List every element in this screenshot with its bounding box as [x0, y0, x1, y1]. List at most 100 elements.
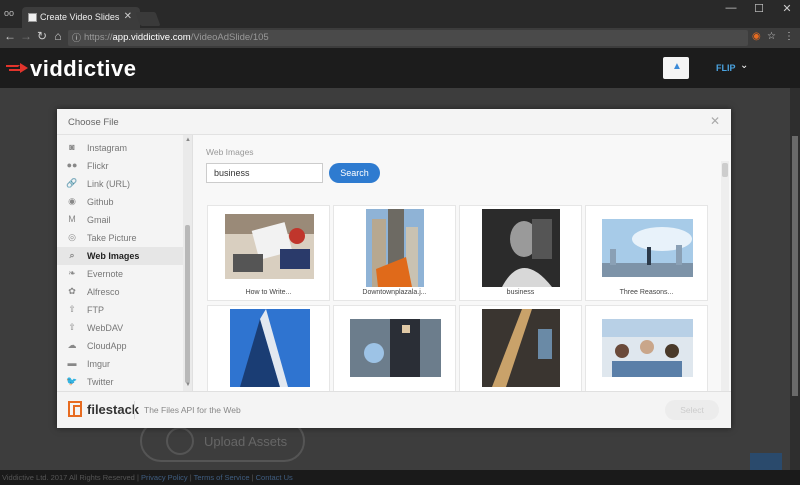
sidebar-scrollbar-thumb[interactable] — [185, 225, 190, 383]
imgur-icon: ▬ — [67, 358, 77, 368]
sidebar-item-gmail[interactable]: M Gmail — [57, 211, 183, 229]
result-thumbnail — [602, 319, 693, 377]
sidebar-item-evernote[interactable]: ❧ Evernote — [57, 265, 183, 283]
sidebar-item-link-url[interactable]: 🔗 Link (URL) — [57, 175, 183, 193]
info-icon[interactable]: ⓘ — [72, 30, 81, 46]
notifications-button[interactable]: ▲ — [663, 57, 689, 79]
gmail-icon: M — [68, 214, 76, 224]
footer-copyright: Viddictive Ltd. 2017 All Rights Reserved — [2, 473, 135, 482]
tab-favicon — [28, 13, 37, 22]
sidebar-item-instagram[interactable]: ◙ Instagram — [57, 139, 183, 157]
page-scrollbar[interactable] — [790, 88, 800, 470]
privacy-link[interactable]: Privacy Policy — [141, 473, 188, 482]
sidebar-item-label: Link (URL) — [87, 179, 131, 189]
sidebar-item-label: Alfresco — [87, 287, 120, 297]
sidebar-item-web-images[interactable]: ⌕ Web Images — [57, 247, 183, 265]
chevron-down-icon[interactable]: ⌄ — [740, 60, 748, 71]
link-icon: 🔗 — [66, 178, 78, 188]
browser-toolbar: ← → ↻ ⌂ ⓘ https://app.viddictive.com/Vid… — [0, 28, 800, 48]
logo-text: viddictive — [30, 56, 137, 81]
modal-header: Choose File ✕ — [57, 109, 731, 135]
results-scrollbar[interactable] — [721, 161, 729, 391]
github-icon: ◉ — [68, 196, 76, 206]
browser-tab[interactable]: Create Video Slides ✕ — [22, 7, 140, 28]
result-caption: How to Write... — [245, 289, 292, 296]
sidebar-item-label: Github — [87, 197, 114, 207]
minimize-icon[interactable]: — — [718, 2, 744, 14]
flickr-icon: ●● — [66, 160, 78, 170]
image-result[interactable]: Downtownplazala.j... — [333, 205, 456, 301]
sidebar-item-webdav[interactable]: ⇧ WebDAV — [57, 319, 183, 337]
select-button[interactable]: Select — [665, 400, 719, 420]
image-result[interactable]: business — [459, 205, 582, 301]
sidebar-item-twitter[interactable]: 🐦 Twitter — [57, 373, 183, 391]
section-label: Web Images — [206, 147, 254, 157]
source-sidebar: ◙ Instagram ●● Flickr 🔗 Link (URL) ◉ Github M Gma… — [57, 135, 193, 391]
address-bar[interactable]: ⓘ https://app.viddictive.com/VideoAdSlid… — [68, 30, 748, 46]
menu-icon[interactable]: ⋮ — [784, 31, 794, 42]
url-text: https://app.viddictive.com/VideoAdSlide/… — [84, 32, 269, 43]
modal-footer: filestack The Files API for the Web Sele… — [57, 391, 731, 428]
sidebar-item-label: Imgur — [87, 359, 111, 369]
sidebar-item-github[interactable]: ◉ Github — [57, 193, 183, 211]
home-icon[interactable]: ⌂ — [50, 29, 66, 43]
terms-link[interactable]: Terms of Service — [194, 473, 250, 482]
page-scrollbar-thumb[interactable] — [792, 136, 798, 396]
image-result[interactable]: Three Reasons... — [585, 205, 708, 301]
result-caption: Three Reasons... — [619, 289, 674, 296]
alfresco-icon: ✿ — [68, 286, 76, 296]
sidebar-item-take-picture[interactable]: ◎ Take Picture — [57, 229, 183, 247]
back-icon[interactable]: ← — [2, 29, 18, 43]
scroll-down-icon[interactable]: ▼ — [185, 382, 191, 388]
sidebar-item-label: Take Picture — [87, 233, 137, 243]
forward-icon[interactable]: → — [18, 29, 34, 43]
close-icon[interactable]: ✕ — [710, 114, 720, 128]
image-result[interactable] — [207, 305, 330, 391]
result-thumbnail — [602, 219, 693, 277]
new-tab-button[interactable] — [135, 12, 161, 26]
instagram-icon: ◙ — [69, 142, 75, 152]
sidebar-item-label: Flickr — [87, 161, 109, 171]
star-icon[interactable]: ☆ — [767, 31, 776, 42]
contact-link[interactable]: Contact Us — [256, 473, 293, 482]
user-menu-label[interactable]: FLIP — [716, 63, 736, 73]
camera-icon: ◎ — [68, 232, 76, 242]
result-thumbnail — [482, 209, 560, 287]
search-icon: ⌕ — [69, 250, 75, 260]
result-caption: Downtownplazala.j... — [362, 289, 427, 296]
sidebar-item-ftp[interactable]: ⇧ FTP — [57, 301, 183, 319]
result-thumbnail — [230, 309, 310, 387]
reload-icon[interactable]: ↻ — [34, 29, 50, 43]
search-button[interactable]: Search — [329, 163, 380, 183]
app-header: viddictive ▲ FLIP ⌄ — [0, 48, 800, 88]
search-input[interactable] — [206, 163, 323, 183]
close-tab-icon[interactable]: ✕ — [124, 11, 132, 22]
cloud-icon: ☁ — [67, 340, 77, 350]
sidebar-item-imgur[interactable]: ▬ Imgur — [57, 355, 183, 373]
sidebar-item-label: Gmail — [87, 215, 111, 225]
scroll-up-icon[interactable]: ▲ — [185, 137, 191, 143]
result-thumbnail — [482, 309, 560, 387]
sidebar-item-flickr[interactable]: ●● Flickr — [57, 157, 183, 175]
web-images-panel: Web Images Search How to Write... — [193, 135, 731, 391]
maximize-icon[interactable]: ☐ — [746, 2, 772, 15]
evernote-icon: ❧ — [68, 268, 76, 278]
modal-title: Choose File — [68, 117, 119, 128]
image-result[interactable] — [459, 305, 582, 391]
image-result[interactable] — [333, 305, 456, 391]
sidebar-item-cloudapp[interactable]: ☁ CloudApp — [57, 337, 183, 355]
filestack-tagline: The Files API for the Web — [144, 405, 241, 415]
sidebar-scrollbar[interactable]: ▲ ▼ — [183, 135, 192, 391]
sidebar-item-alfresco[interactable]: ✿ Alfresco — [57, 283, 183, 301]
sidebar-item-label: CloudApp — [87, 341, 127, 351]
image-result[interactable] — [585, 305, 708, 391]
sidebar-item-label: Instagram — [87, 143, 128, 153]
sidebar-item-label: FTP — [87, 305, 104, 315]
extension-icon[interactable]: ◉ — [752, 31, 761, 42]
sidebar-item-label: WebDAV — [87, 323, 124, 333]
result-thumbnail — [366, 209, 424, 287]
page-footer: Viddictive Ltd. 2017 All Rights Reserved… — [0, 470, 800, 485]
image-result[interactable]: How to Write... — [207, 205, 330, 301]
results-scrollbar-thumb[interactable] — [722, 163, 728, 177]
window-close-icon[interactable]: ✕ — [774, 2, 800, 15]
